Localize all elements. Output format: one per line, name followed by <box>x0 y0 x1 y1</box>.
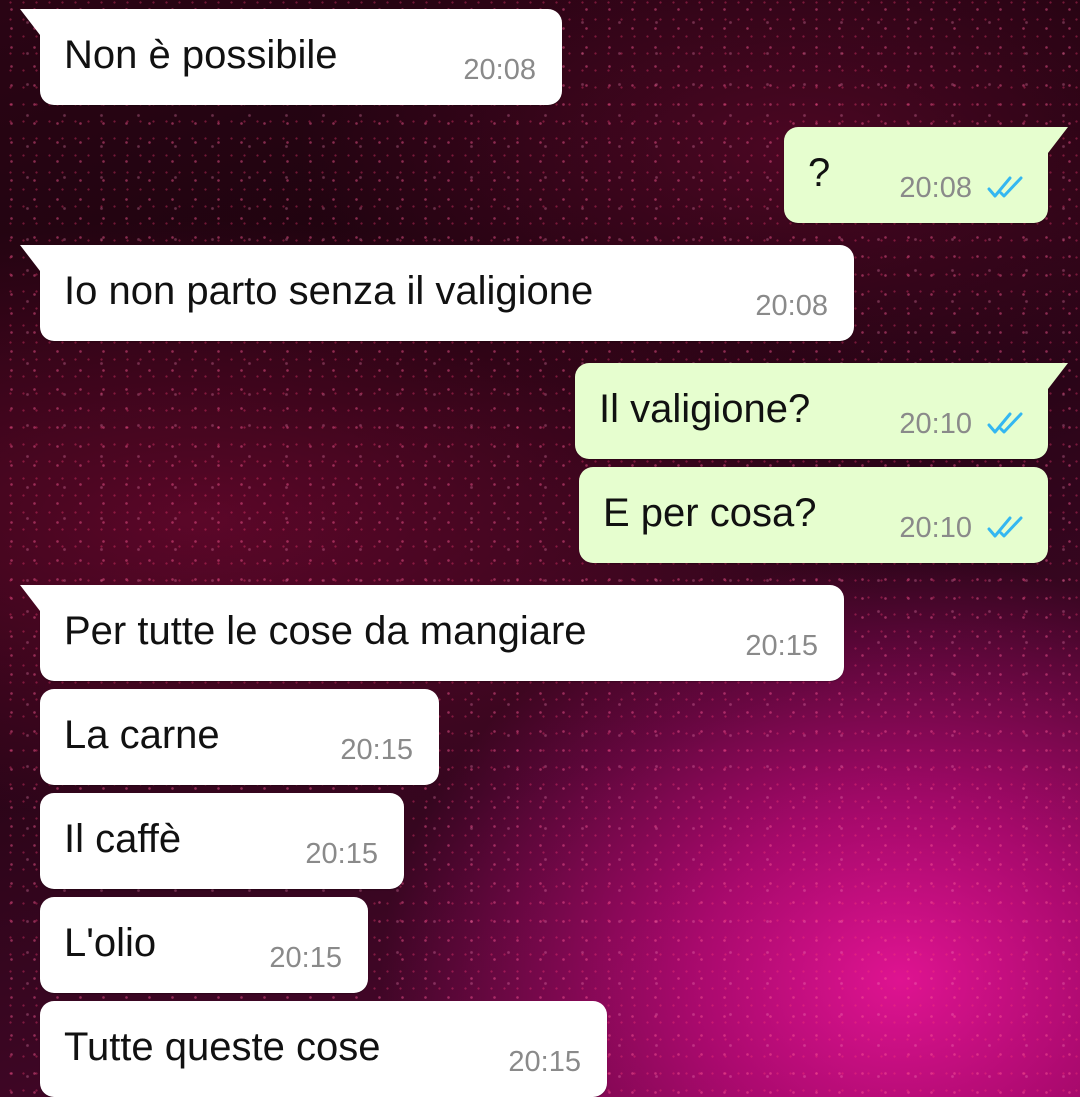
message-bubble-outgoing[interactable]: E per cosa? 20:10 <box>579 467 1048 563</box>
read-double-check-icon <box>987 176 1023 198</box>
message-text: Il valigione? <box>599 387 811 431</box>
message-bubble-incoming[interactable]: La carne 20:15 <box>40 689 439 785</box>
message-time: 20:15 <box>340 734 413 766</box>
message-time: 20:15 <box>269 942 342 974</box>
message-bubble-outgoing[interactable]: Il valigione? 20:10 <box>575 363 1068 459</box>
message-time: 20:15 <box>305 838 378 870</box>
message-text: Per tutte le cose da mangiare <box>64 609 587 653</box>
message-time: 20:15 <box>745 630 818 662</box>
message-text: Non è possibile <box>64 33 338 77</box>
message-text: Io non parto senza il valigione <box>64 269 594 313</box>
message-text: ? <box>808 151 831 195</box>
message-bubble-incoming[interactable]: Per tutte le cose da mangiare 20:15 <box>20 585 844 681</box>
chat-message-list[interactable]: Non è possibile 20:08 ? 20:08 Io non par… <box>0 0 1080 1097</box>
message-bubble-incoming[interactable]: Non è possibile 20:08 <box>20 9 562 105</box>
message-text: Tutte queste cose <box>64 1025 381 1069</box>
message-bubble-incoming[interactable]: L'olio 20:15 <box>40 897 368 993</box>
message-time: 20:08 <box>755 290 828 322</box>
message-time: 20:08 <box>463 54 536 86</box>
message-bubble-incoming[interactable]: Il caffè 20:15 <box>40 793 404 889</box>
message-bubble-incoming[interactable]: Io non parto senza il valigione 20:08 <box>20 245 854 341</box>
message-bubble-outgoing[interactable]: ? 20:08 <box>784 127 1068 223</box>
message-text: La carne <box>64 713 220 757</box>
read-double-check-icon <box>987 412 1023 434</box>
message-time: 20:15 <box>508 1046 581 1078</box>
message-time: 20:10 <box>899 408 972 440</box>
message-bubble-incoming[interactable]: Tutte queste cose 20:15 <box>40 1001 607 1097</box>
message-time: 20:08 <box>899 172 972 204</box>
message-text: L'olio <box>64 921 157 965</box>
read-double-check-icon <box>987 516 1023 538</box>
message-text: Il caffè <box>64 817 182 861</box>
message-text: E per cosa? <box>603 491 817 535</box>
message-time: 20:10 <box>899 512 972 544</box>
